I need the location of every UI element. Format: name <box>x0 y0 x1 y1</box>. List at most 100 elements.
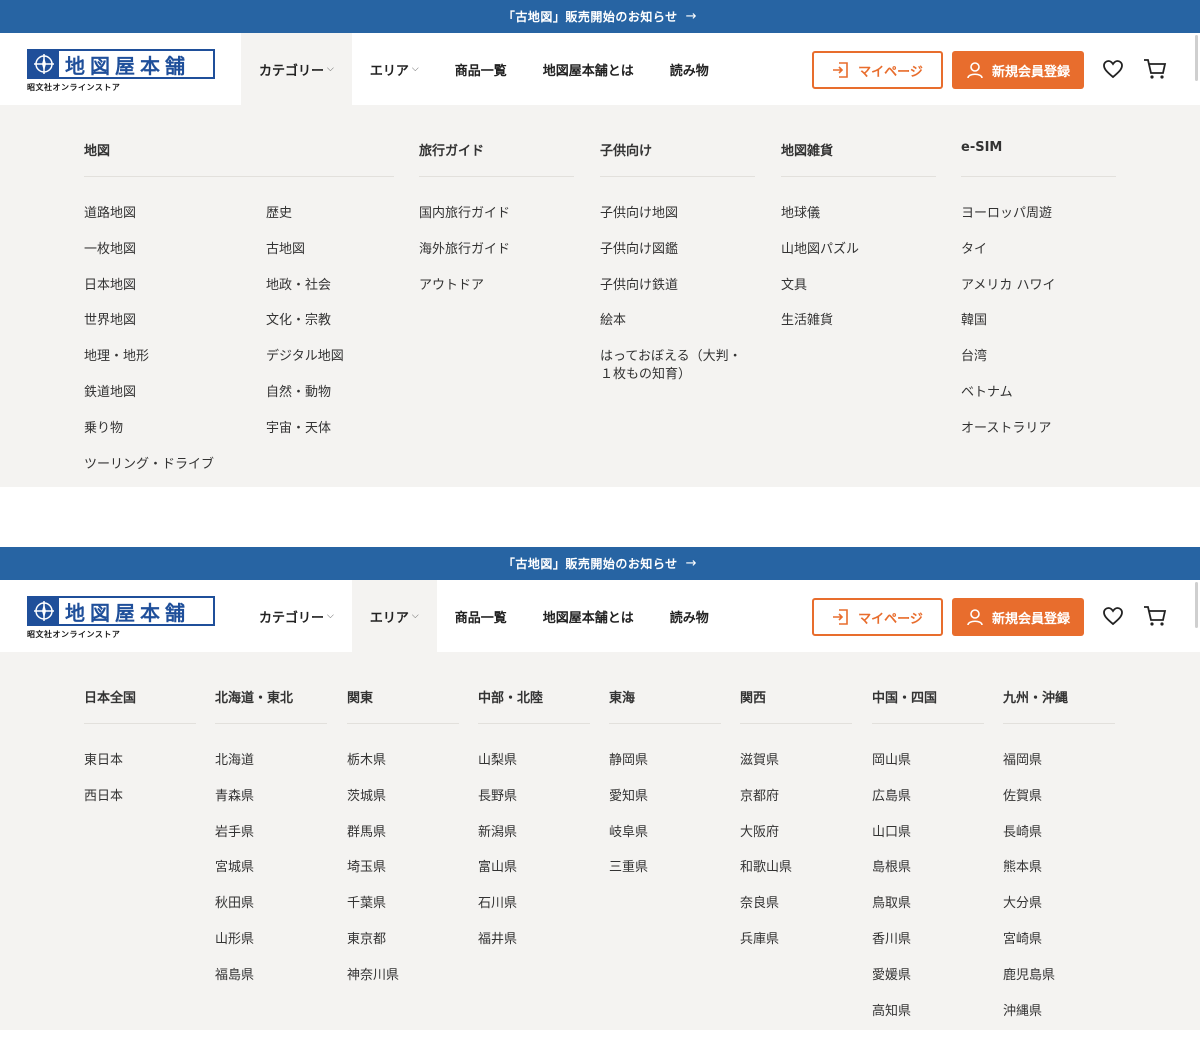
menu-item[interactable]: 地理・地形 <box>84 348 266 384</box>
menu-item[interactable]: 生活雑貨 <box>781 312 936 348</box>
menu-item[interactable]: 岐阜県 <box>609 824 721 860</box>
menu-item[interactable]: 鹿児島県 <box>1003 967 1115 1003</box>
menu-item[interactable]: 青森県 <box>215 788 327 824</box>
menu-item[interactable]: 神奈川県 <box>347 967 459 1003</box>
menu-item[interactable]: 富山県 <box>478 859 590 895</box>
cart-icon[interactable] <box>1143 605 1167 627</box>
menu-item[interactable]: 新潟県 <box>478 824 590 860</box>
register-button[interactable]: 新規会員登録 <box>952 51 1084 89</box>
menu-item[interactable]: 鳥取県 <box>872 895 984 931</box>
nav-articles[interactable]: 読み物 <box>652 580 727 652</box>
scrollbar[interactable] <box>1195 35 1198 81</box>
menu-heading-kyushu-okinawa[interactable]: 九州・沖縄 <box>1003 652 1115 724</box>
mypage-button[interactable]: マイページ <box>812 598 943 636</box>
nav-products[interactable]: 商品一覧 <box>437 580 525 652</box>
announcement-bar[interactable]: 「古地図」販売開始のお知らせ → <box>0 0 1200 33</box>
menu-item[interactable]: 長崎県 <box>1003 824 1115 860</box>
menu-heading-chubu-hokuriku[interactable]: 中部・北陸 <box>478 652 590 724</box>
menu-item[interactable]: 熊本県 <box>1003 859 1115 895</box>
menu-item[interactable]: 東日本 <box>84 752 196 788</box>
menu-item[interactable]: 台湾 <box>961 348 1116 384</box>
menu-item[interactable]: アウトドア <box>419 277 574 313</box>
menu-item[interactable]: 地政・社会 <box>266 277 394 313</box>
menu-item[interactable]: アメリカ ハワイ <box>961 277 1116 313</box>
menu-heading-map[interactable]: 地図 <box>84 105 394 177</box>
menu-item[interactable]: オーストラリア <box>961 420 1116 456</box>
menu-item[interactable]: 沖縄県 <box>1003 1003 1115 1038</box>
menu-item[interactable]: 歴史 <box>266 205 394 241</box>
menu-item[interactable]: 大分県 <box>1003 895 1115 931</box>
menu-item[interactable]: 大阪府 <box>740 824 852 860</box>
menu-item[interactable]: 自然・動物 <box>266 384 394 420</box>
menu-item[interactable]: 福井県 <box>478 931 590 967</box>
menu-item[interactable]: 国内旅行ガイド <box>419 205 574 241</box>
menu-heading-goods[interactable]: 地図雑貨 <box>781 105 936 177</box>
menu-item[interactable]: ベトナム <box>961 384 1116 420</box>
menu-item[interactable]: 山梨県 <box>478 752 590 788</box>
menu-item[interactable]: 子供向け鉄道 <box>600 277 755 313</box>
menu-item[interactable]: 愛媛県 <box>872 967 984 1003</box>
menu-item[interactable]: 東京都 <box>347 931 459 967</box>
menu-item[interactable]: 宇宙・天体 <box>266 420 394 456</box>
menu-item[interactable]: 京都府 <box>740 788 852 824</box>
menu-item[interactable]: 山口県 <box>872 824 984 860</box>
register-button[interactable]: 新規会員登録 <box>952 598 1084 636</box>
menu-item[interactable]: 日本地図 <box>84 277 266 313</box>
menu-heading-tokai[interactable]: 東海 <box>609 652 721 724</box>
mypage-button[interactable]: マイページ <box>812 51 943 89</box>
menu-item[interactable]: 山地図パズル <box>781 241 936 277</box>
menu-item[interactable]: 秋田県 <box>215 895 327 931</box>
menu-item[interactable]: 韓国 <box>961 312 1116 348</box>
menu-heading-chugoku-shikoku[interactable]: 中国・四国 <box>872 652 984 724</box>
menu-item[interactable]: 広島県 <box>872 788 984 824</box>
menu-heading-japan[interactable]: 日本全国 <box>84 652 196 724</box>
menu-item[interactable]: ツーリング・ドライブ <box>84 456 266 492</box>
menu-item[interactable]: 鉄道地図 <box>84 384 266 420</box>
menu-item[interactable]: 文化・宗教 <box>266 312 394 348</box>
nav-category[interactable]: カテゴリー ⌵ <box>241 33 352 105</box>
menu-item[interactable]: 道路地図 <box>84 205 266 241</box>
menu-item[interactable]: 兵庫県 <box>740 931 852 967</box>
menu-item[interactable]: 静岡県 <box>609 752 721 788</box>
menu-item[interactable]: 一枚地図 <box>84 241 266 277</box>
announcement-text[interactable]: 「古地図」販売開始のお知らせ <box>503 555 678 572</box>
menu-item[interactable]: 和歌山県 <box>740 859 852 895</box>
menu-heading-kanto[interactable]: 関東 <box>347 652 459 724</box>
menu-item[interactable]: 埼玉県 <box>347 859 459 895</box>
menu-item[interactable]: 子供向け地図 <box>600 205 755 241</box>
menu-item[interactable]: 岡山県 <box>872 752 984 788</box>
menu-item[interactable]: 島根県 <box>872 859 984 895</box>
menu-item[interactable]: 石川県 <box>478 895 590 931</box>
menu-heading-travel[interactable]: 旅行ガイド <box>419 105 574 177</box>
nav-about[interactable]: 地図屋本舗とは <box>525 33 652 105</box>
menu-item[interactable]: 海外旅行ガイド <box>419 241 574 277</box>
menu-item[interactable]: 高知県 <box>872 1003 984 1038</box>
nav-products[interactable]: 商品一覧 <box>437 33 525 105</box>
menu-item[interactable]: 香川県 <box>872 931 984 967</box>
cart-icon[interactable] <box>1143 58 1167 80</box>
menu-item[interactable]: 子供向け図鑑 <box>600 241 755 277</box>
menu-item[interactable]: 世界地図 <box>84 312 266 348</box>
menu-heading-esim[interactable]: e-SIM <box>961 105 1116 177</box>
menu-heading-hokkaido-tohoku[interactable]: 北海道・東北 <box>215 652 327 724</box>
menu-item[interactable]: 絵本 <box>600 312 755 348</box>
menu-item[interactable]: 福島県 <box>215 967 327 1003</box>
menu-item[interactable]: 愛知県 <box>609 788 721 824</box>
nav-area[interactable]: エリア ⌵ <box>351 580 437 652</box>
menu-item[interactable]: 古地図 <box>266 241 394 277</box>
menu-item[interactable]: 群馬県 <box>347 824 459 860</box>
menu-item[interactable]: 宮城県 <box>215 859 327 895</box>
menu-heading-kansai[interactable]: 関西 <box>740 652 852 724</box>
announcement-bar[interactable]: 「古地図」販売開始のお知らせ → <box>0 547 1200 580</box>
menu-item[interactable]: はっておぼえる（大判・１枚もの知育） <box>600 348 750 384</box>
nav-about[interactable]: 地図屋本舗とは <box>525 580 652 652</box>
nav-area[interactable]: エリア ⌵ <box>352 33 437 105</box>
menu-item[interactable]: 山形県 <box>215 931 327 967</box>
menu-item[interactable]: 奈良県 <box>740 895 852 931</box>
menu-item[interactable]: 宮崎県 <box>1003 931 1115 967</box>
menu-item[interactable]: 千葉県 <box>347 895 459 931</box>
menu-item[interactable]: 文具 <box>781 277 936 313</box>
logo[interactable]: 地図屋本舗 昭文社オンラインストア <box>27 49 217 93</box>
nav-category[interactable]: カテゴリー ⌵ <box>241 580 352 652</box>
menu-item[interactable]: 三重県 <box>609 859 721 895</box>
